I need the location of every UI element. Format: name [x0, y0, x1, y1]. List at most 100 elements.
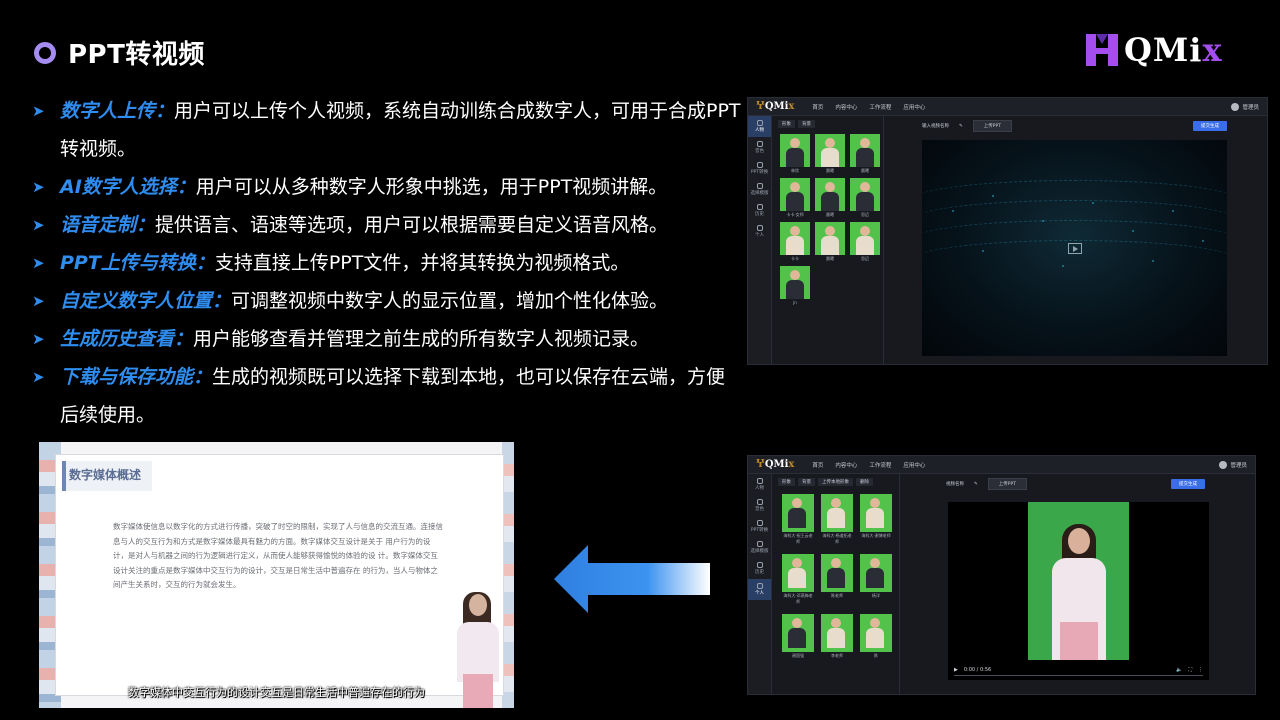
- voice-icon: [756, 141, 763, 147]
- avatar-grid: 林欣 晨曦 晨曦 卡卡·女师 晨曦 思迈 卡卡 晨曦 思迈 jn: [772, 132, 883, 307]
- avatar-card[interactable]: 晨曦: [850, 134, 880, 174]
- list-item: ➤ 语音定制：提供语言、语速等选项，用户可以根据需要自定义语音风格。: [32, 206, 742, 244]
- fullscreen-icon[interactable]: ⛶: [1188, 667, 1192, 673]
- app-topbar: ჄQMix 首页 内容中心 工作流程 应用中心 管理员: [748, 98, 1267, 116]
- sidebar-item-template[interactable]: 选择模版: [748, 537, 771, 558]
- subtitle-caption: 数字媒体中交互行为的设计交互是日常生活中普遍存在的行为: [128, 686, 425, 699]
- sidebar-item-profile[interactable]: 个人: [748, 579, 771, 600]
- sidebar-item-template[interactable]: 选择模版: [748, 179, 771, 200]
- list-item: ➤ 自定义数字人位置：可调整视频中数字人的显示位置，增加个性化体验。: [32, 282, 742, 320]
- avatar-card[interactable]: 陈老师: [821, 554, 853, 605]
- app-logo: ჄQMix: [756, 459, 795, 470]
- avatar-card[interactable]: 李老师: [821, 614, 853, 659]
- progress-bar[interactable]: [954, 675, 1203, 676]
- avatar-card[interactable]: 海科大·祝王云老师: [782, 494, 814, 545]
- editor-area: 输入视频名称 ✎ 上传PPT 提交生成: [884, 116, 1267, 364]
- edit-pen-icon[interactable]: ✎: [974, 482, 978, 487]
- nav-workflow[interactable]: 工作流程: [869, 461, 891, 469]
- avatar-panel: 形象 背景 林欣 晨曦 晨曦 卡卡·女师 晨曦 思迈 卡卡 晨曦 思迈 jn: [772, 116, 884, 364]
- avatar-card[interactable]: 思迈: [850, 178, 880, 218]
- nav-workflow[interactable]: 工作流程: [869, 103, 891, 111]
- ppt-icon: [756, 520, 763, 526]
- user-menu[interactable]: 管理员: [1219, 460, 1247, 469]
- arrow-bullet-icon: ➤: [32, 292, 45, 310]
- slide-video-preview: 数字媒体概述 数字媒体使信息以数字化的方式进行传播，突破了时空的限制，实现了人与…: [39, 442, 514, 708]
- nav-home[interactable]: 首页: [812, 103, 823, 111]
- app-logo: ჄQMix: [756, 101, 795, 112]
- avatar-panel: 形象 背景 上传本地形象 删除 海科大·祝王云老师 海科大·杨道拓老师 海科大·…: [772, 474, 900, 694]
- arrow-bullet-icon: ➤: [32, 178, 45, 196]
- tab-figure[interactable]: 形象: [778, 120, 795, 128]
- play-icon[interactable]: [1067, 243, 1082, 254]
- app-topbar: ჄQMix 首页 内容中心 工作流程 应用中心 管理员: [748, 456, 1255, 474]
- video-name-field[interactable]: 输入视频名称: [922, 123, 949, 129]
- nav-content[interactable]: 内容中心: [835, 461, 857, 469]
- video-name-field[interactable]: 视频名称: [946, 481, 964, 487]
- slide-heading: 数字媒体概述: [69, 468, 142, 482]
- upload-local-figure-button[interactable]: 上传本地形象: [818, 478, 853, 486]
- page-title: PPT转视频: [68, 40, 205, 70]
- edit-pen-icon[interactable]: ✎: [959, 124, 963, 129]
- history-icon: [756, 562, 763, 568]
- avatar-card[interactable]: jn: [780, 266, 810, 305]
- editor-toolbar: 输入视频名称 ✎ 上传PPT 提交生成: [884, 116, 1267, 136]
- sidebar-item-ppt[interactable]: PPT转换: [748, 158, 771, 179]
- template-icon: [756, 541, 763, 547]
- tab-background[interactable]: 背景: [798, 478, 815, 486]
- avatar-card[interactable]: 陈: [860, 614, 892, 659]
- user-menu[interactable]: 管理员: [1231, 102, 1259, 111]
- brand-logo: QMix: [1082, 30, 1223, 70]
- sidebar-item-profile[interactable]: 个人: [748, 221, 771, 242]
- list-item: ➤ AI数字人选择：用户可以从多种数字人形象中挑选，用于PPT视频讲解。: [32, 168, 742, 206]
- more-icon[interactable]: ⋮: [1198, 667, 1203, 673]
- sidebar-item-history[interactable]: 历史: [748, 558, 771, 579]
- sidebar-item-voice[interactable]: 音色: [748, 137, 771, 158]
- tab-figure[interactable]: 形象: [778, 478, 795, 486]
- avatar-card[interactable]: 晨曦: [815, 134, 845, 174]
- app-sidebar: 人物 音色 PPT转换 选择模版 历史 个人: [748, 474, 772, 694]
- arrow-bullet-icon: ➤: [32, 216, 45, 234]
- upload-ppt-button[interactable]: 上传PPT: [987, 478, 1027, 490]
- sidebar-item-history[interactable]: 历史: [748, 200, 771, 221]
- avatar-card[interactable]: 思迈: [850, 222, 880, 262]
- sidebar-item-person[interactable]: 人物: [748, 116, 771, 137]
- nav-apps[interactable]: 应用中心: [903, 103, 925, 111]
- arrow-bullet-icon: ➤: [32, 102, 45, 120]
- volume-icon[interactable]: 🔈: [1176, 667, 1182, 673]
- avatar-card[interactable]: 杨洋: [860, 554, 892, 605]
- nav-home[interactable]: 首页: [812, 461, 823, 469]
- avatar-card[interactable]: 晨曦: [815, 178, 845, 218]
- sidebar-item-person[interactable]: 人物: [748, 474, 771, 495]
- play-icon[interactable]: ▶: [954, 667, 958, 673]
- app-screenshot-bottom: ჄQMix 首页 内容中心 工作流程 应用中心 管理员 人物 音色 PPT转换 …: [747, 455, 1256, 695]
- avatar-card[interactable]: 谢国强: [782, 614, 814, 659]
- avatar-card[interactable]: 海科大·谢博老师: [860, 494, 892, 545]
- sidebar-item-ppt[interactable]: PPT转换: [748, 516, 771, 537]
- avatar-grid: 海科大·祝王云老师 海科大·杨道拓老师 海科大·谢博老师 海科大·邓燕梅老师 陈…: [772, 490, 899, 663]
- avatar-card[interactable]: 卡卡: [780, 222, 810, 262]
- slide-title-group: PPT转视频: [34, 34, 205, 71]
- delete-button[interactable]: 删除: [856, 478, 873, 486]
- arrow-bullet-icon: ➤: [32, 368, 45, 386]
- video-player[interactable]: ▶ 0:00 / 0:56 🔈 ⛶ ⋮: [948, 502, 1209, 680]
- avatar-card[interactable]: 林欣: [780, 134, 810, 174]
- nav-content[interactable]: 内容中心: [835, 103, 857, 111]
- list-item: ➤ 数字人上传：用户可以上传个人视频，系统自动训练合成数字人，可用于合成PPT转视…: [32, 92, 742, 168]
- avatar-card[interactable]: 晨曦: [815, 222, 845, 262]
- avatar: [1219, 460, 1228, 469]
- video-controls: ▶ 0:00 / 0:56 🔈 ⛶ ⋮: [948, 660, 1209, 680]
- generate-button[interactable]: 提交生成: [1171, 479, 1205, 489]
- logo-wordmark: QMix: [1124, 31, 1223, 69]
- avatar-card[interactable]: 卡卡·女师: [780, 178, 810, 218]
- tab-background[interactable]: 背景: [798, 120, 815, 128]
- generate-button[interactable]: 提交生成: [1193, 121, 1227, 131]
- avatar-card[interactable]: 海科大·杨道拓老师: [821, 494, 853, 545]
- app-screenshot-top: ჄQMix 首页 内容中心 工作流程 应用中心 管理员 人物 音色 PPT转换 …: [747, 97, 1268, 365]
- feature-list: ➤ 数字人上传：用户可以上传个人视频，系统自动训练合成数字人，可用于合成PPT转视…: [32, 92, 742, 434]
- nav-apps[interactable]: 应用中心: [903, 461, 925, 469]
- sidebar-item-voice[interactable]: 音色: [748, 495, 771, 516]
- avatar-card[interactable]: 海科大·邓燕梅老师: [782, 554, 814, 605]
- arrow-bullet-icon: ➤: [32, 330, 45, 348]
- title-ring-icon: [34, 41, 56, 64]
- upload-ppt-button[interactable]: 上传PPT: [972, 120, 1012, 132]
